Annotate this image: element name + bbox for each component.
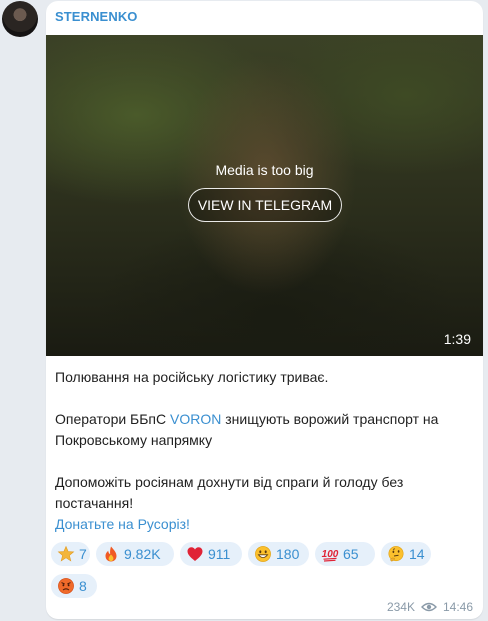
reaction-thinking[interactable]: 14 xyxy=(381,542,431,566)
view-in-telegram-button[interactable]: VIEW IN TELEGRAM xyxy=(188,188,342,222)
eye-icon xyxy=(420,602,437,612)
reaction-hundred[interactable]: 100 65 xyxy=(315,542,375,566)
video-duration: 1:39 xyxy=(443,331,471,347)
reaction-count: 180 xyxy=(276,546,300,562)
reaction-count: 7 xyxy=(79,546,87,562)
donate-link[interactable]: Донатьте на Русоріз! xyxy=(55,516,190,532)
view-count: 234K xyxy=(386,600,415,614)
thinking-face-icon xyxy=(387,545,405,563)
text-paragraph: Оператори ББпС VORON знищують ворожий тр… xyxy=(55,409,475,451)
reaction-count: 9.82K xyxy=(124,546,161,562)
heart-icon xyxy=(186,545,204,563)
fire-icon xyxy=(102,545,120,563)
text-paragraph: Полювання на російську логістику триває. xyxy=(55,369,329,385)
reaction-angry[interactable]: 8 xyxy=(51,574,97,598)
reaction-count: 14 xyxy=(409,546,425,562)
text-span: Оператори ББпС xyxy=(55,411,171,427)
voron-link[interactable]: VORON xyxy=(170,411,221,427)
reaction-fire[interactable]: 9.82K xyxy=(96,542,174,566)
message-time: 14:46 xyxy=(442,600,473,614)
message-meta: 234K 14:46 xyxy=(387,600,473,614)
video-media[interactable]: Media is too big VIEW IN TELEGRAM 1:39 xyxy=(46,35,483,356)
channel-avatar[interactable] xyxy=(2,1,38,37)
reaction-grinning[interactable]: 180 xyxy=(248,542,309,566)
angry-face-icon xyxy=(57,577,75,595)
text-span: Допоможіть росіянам дохнути від спраги й… xyxy=(55,474,404,511)
message-text: Полювання на російську логістику триває.… xyxy=(55,367,475,535)
star-icon xyxy=(57,545,75,563)
reaction-count: 911 xyxy=(208,546,231,562)
text-paragraph: Допоможіть росіянам дохнути від спраги й… xyxy=(55,472,475,535)
grinning-face-icon xyxy=(254,545,272,563)
reaction-count: 8 xyxy=(79,578,87,594)
message-bubble: STERNENKO Media is too big VIEW IN TELEG… xyxy=(46,1,483,619)
reaction-count: 65 xyxy=(343,546,359,562)
reaction-star[interactable]: 7 xyxy=(51,542,90,566)
media-too-big-note: Media is too big xyxy=(215,162,314,178)
hundred-points-icon: 100 xyxy=(321,545,339,563)
channel-name[interactable]: STERNENKO xyxy=(55,9,138,24)
reaction-heart[interactable]: 911 xyxy=(180,542,242,566)
